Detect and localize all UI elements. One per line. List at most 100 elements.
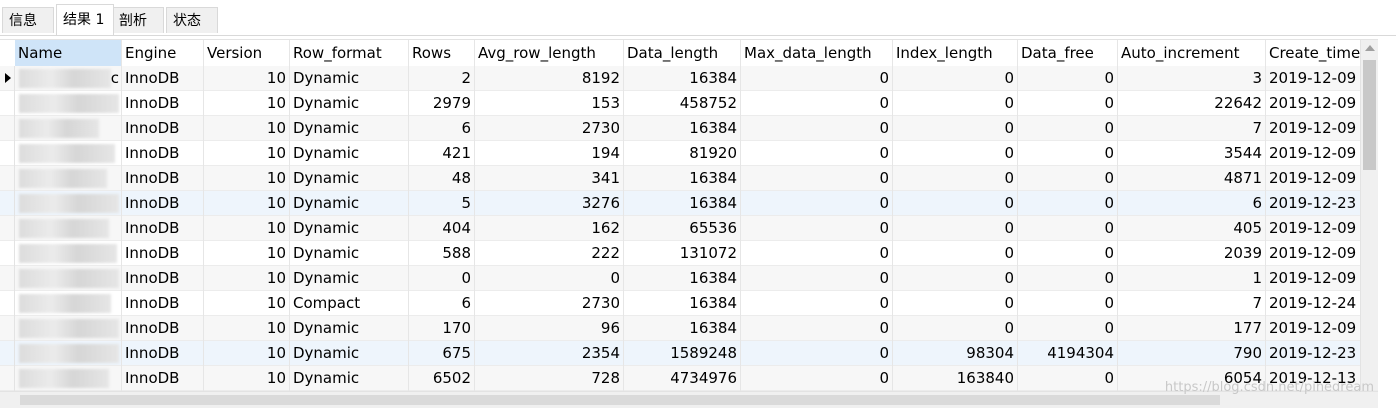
cell-rows[interactable]: 0 <box>409 266 475 291</box>
table-row[interactable]: c InnoDB 10 Dynamic 2 8192 16384 0 0 0 3 2019-12-09 <box>0 66 1378 91</box>
vertical-scroll-thumb[interactable] <box>1363 60 1376 170</box>
cell-auto-increment[interactable]: 177 <box>1118 316 1266 341</box>
table-row[interactable]: InnoDB 10 Dynamic 6 2730 16384 0 0 0 7 2019-12-09 <box>0 116 1378 141</box>
cell-index-length[interactable]: 0 <box>893 291 1018 316</box>
cell-engine[interactable]: InnoDB <box>122 166 204 191</box>
cell-data-length[interactable]: 458752 <box>624 91 741 116</box>
tab-info[interactable]: 信息 <box>2 7 54 33</box>
cell-auto-increment[interactable]: 7 <box>1118 291 1266 316</box>
cell-data-free[interactable]: 0 <box>1018 241 1118 266</box>
row-header[interactable] <box>0 316 15 341</box>
table-row[interactable]: InnoDB 10 Dynamic 0 0 16384 0 0 0 1 2019-12-09 <box>0 266 1378 291</box>
row-header[interactable] <box>0 366 15 391</box>
cell-row-format[interactable]: Dynamic <box>290 91 409 116</box>
cell-engine[interactable]: InnoDB <box>122 316 204 341</box>
cell-version[interactable]: 10 <box>204 291 290 316</box>
cell-max-data-length[interactable]: 0 <box>741 341 893 366</box>
cell-index-length[interactable]: 0 <box>893 241 1018 266</box>
cell-engine[interactable]: InnoDB <box>122 91 204 116</box>
cell-data-free[interactable]: 4194304 <box>1018 341 1118 366</box>
cell-version[interactable]: 10 <box>204 141 290 166</box>
column-header-max-data-length[interactable]: Max_data_length <box>741 40 893 66</box>
cell-auto-increment[interactable]: 4871 <box>1118 166 1266 191</box>
cell-engine[interactable]: InnoDB <box>122 191 204 216</box>
cell-avg-row-length[interactable]: 96 <box>475 316 624 341</box>
row-header[interactable] <box>0 166 15 191</box>
cell-auto-increment[interactable]: 6 <box>1118 191 1266 216</box>
cell-avg-row-length[interactable]: 8192 <box>475 66 624 91</box>
column-header-name[interactable]: Name <box>15 40 122 66</box>
table-row[interactable]: InnoDB 10 Compact 6 2730 16384 0 0 0 7 2019-12-24 <box>0 291 1378 316</box>
cell-max-data-length[interactable]: 0 <box>741 216 893 241</box>
cell-max-data-length[interactable]: 0 <box>741 191 893 216</box>
cell-index-length[interactable]: 0 <box>893 316 1018 341</box>
cell-max-data-length[interactable]: 0 <box>741 66 893 91</box>
cell-name-redacted[interactable] <box>15 166 122 191</box>
cell-index-length[interactable]: 0 <box>893 116 1018 141</box>
cell-auto-increment[interactable]: 1 <box>1118 266 1266 291</box>
cell-rows[interactable]: 6 <box>409 291 475 316</box>
row-header[interactable] <box>0 66 15 91</box>
row-header[interactable] <box>0 116 15 141</box>
cell-name-redacted[interactable] <box>15 366 122 391</box>
table-row[interactable]: InnoDB 10 Dynamic 675 2354 1589248 0 98304 41943… <box>0 341 1378 366</box>
cell-data-length[interactable]: 65536 <box>624 216 741 241</box>
cell-data-free[interactable]: 0 <box>1018 166 1118 191</box>
result-grid[interactable]: Name Engine Version Row_format Rows Avg_row_l… <box>0 39 1378 392</box>
cell-index-length[interactable]: 0 <box>893 66 1018 91</box>
cell-max-data-length[interactable]: 0 <box>741 91 893 116</box>
cell-rows[interactable]: 170 <box>409 316 475 341</box>
cell-index-length[interactable]: 163840 <box>893 366 1018 391</box>
cell-data-length[interactable]: 131072 <box>624 241 741 266</box>
cell-avg-row-length[interactable]: 2730 <box>475 291 624 316</box>
cell-rows[interactable]: 588 <box>409 241 475 266</box>
cell-auto-increment[interactable]: 3544 <box>1118 141 1266 166</box>
tab-profile[interactable]: 剖析 <box>112 7 164 33</box>
column-header-data-free[interactable]: Data_free <box>1018 40 1118 66</box>
tab-result-1[interactable]: 结果 1 <box>56 4 114 35</box>
cell-data-free[interactable]: 0 <box>1018 141 1118 166</box>
cell-data-length[interactable]: 16384 <box>624 66 741 91</box>
table-row[interactable]: InnoDB 10 Dynamic 404 162 65536 0 0 0 405 2019-12-… <box>0 216 1378 241</box>
table-row[interactable]: InnoDB 10 Dynamic 170 96 16384 0 0 0 177 2019-12-0… <box>0 316 1378 341</box>
cell-auto-increment[interactable]: 2039 <box>1118 241 1266 266</box>
row-header[interactable] <box>0 266 15 291</box>
cell-rows[interactable]: 2979 <box>409 91 475 116</box>
cell-engine[interactable]: InnoDB <box>122 66 204 91</box>
cell-name-redacted[interactable] <box>15 316 122 341</box>
cell-row-format[interactable]: Dynamic <box>290 141 409 166</box>
cell-index-length[interactable]: 0 <box>893 91 1018 116</box>
cell-data-length[interactable]: 16384 <box>624 291 741 316</box>
cell-rows[interactable]: 404 <box>409 216 475 241</box>
cell-data-length[interactable]: 1589248 <box>624 341 741 366</box>
cell-data-free[interactable]: 0 <box>1018 216 1118 241</box>
cell-version[interactable]: 10 <box>204 116 290 141</box>
cell-row-format[interactable]: Dynamic <box>290 241 409 266</box>
table-row[interactable]: InnoDB 10 Dynamic 5 3276 16384 0 0 0 6 2019-12-23 <box>0 191 1378 216</box>
cell-max-data-length[interactable]: 0 <box>741 241 893 266</box>
cell-index-length[interactable]: 0 <box>893 266 1018 291</box>
cell-data-length[interactable]: 16384 <box>624 166 741 191</box>
cell-data-length[interactable]: 4734976 <box>624 366 741 391</box>
row-header[interactable] <box>0 341 15 366</box>
cell-data-length[interactable]: 16384 <box>624 191 741 216</box>
cell-name-redacted[interactable] <box>15 341 122 366</box>
cell-data-free[interactable]: 0 <box>1018 366 1118 391</box>
column-header-row-format[interactable]: Row_format <box>290 40 409 66</box>
cell-max-data-length[interactable]: 0 <box>741 316 893 341</box>
cell-version[interactable]: 10 <box>204 216 290 241</box>
cell-version[interactable]: 10 <box>204 366 290 391</box>
cell-name-redacted[interactable] <box>15 266 122 291</box>
cell-avg-row-length[interactable]: 2354 <box>475 341 624 366</box>
column-header-index-length[interactable]: Index_length <box>893 40 1018 66</box>
cell-rows[interactable]: 2 <box>409 66 475 91</box>
cell-max-data-length[interactable]: 0 <box>741 116 893 141</box>
cell-row-format[interactable]: Dynamic <box>290 266 409 291</box>
column-header-auto-increment[interactable]: Auto_increment <box>1118 40 1266 66</box>
cell-rows[interactable]: 6502 <box>409 366 475 391</box>
cell-name-redacted[interactable] <box>15 191 122 216</box>
cell-avg-row-length[interactable]: 3276 <box>475 191 624 216</box>
cell-auto-increment[interactable]: 7 <box>1118 116 1266 141</box>
cell-engine[interactable]: InnoDB <box>122 341 204 366</box>
cell-row-format[interactable]: Dynamic <box>290 366 409 391</box>
